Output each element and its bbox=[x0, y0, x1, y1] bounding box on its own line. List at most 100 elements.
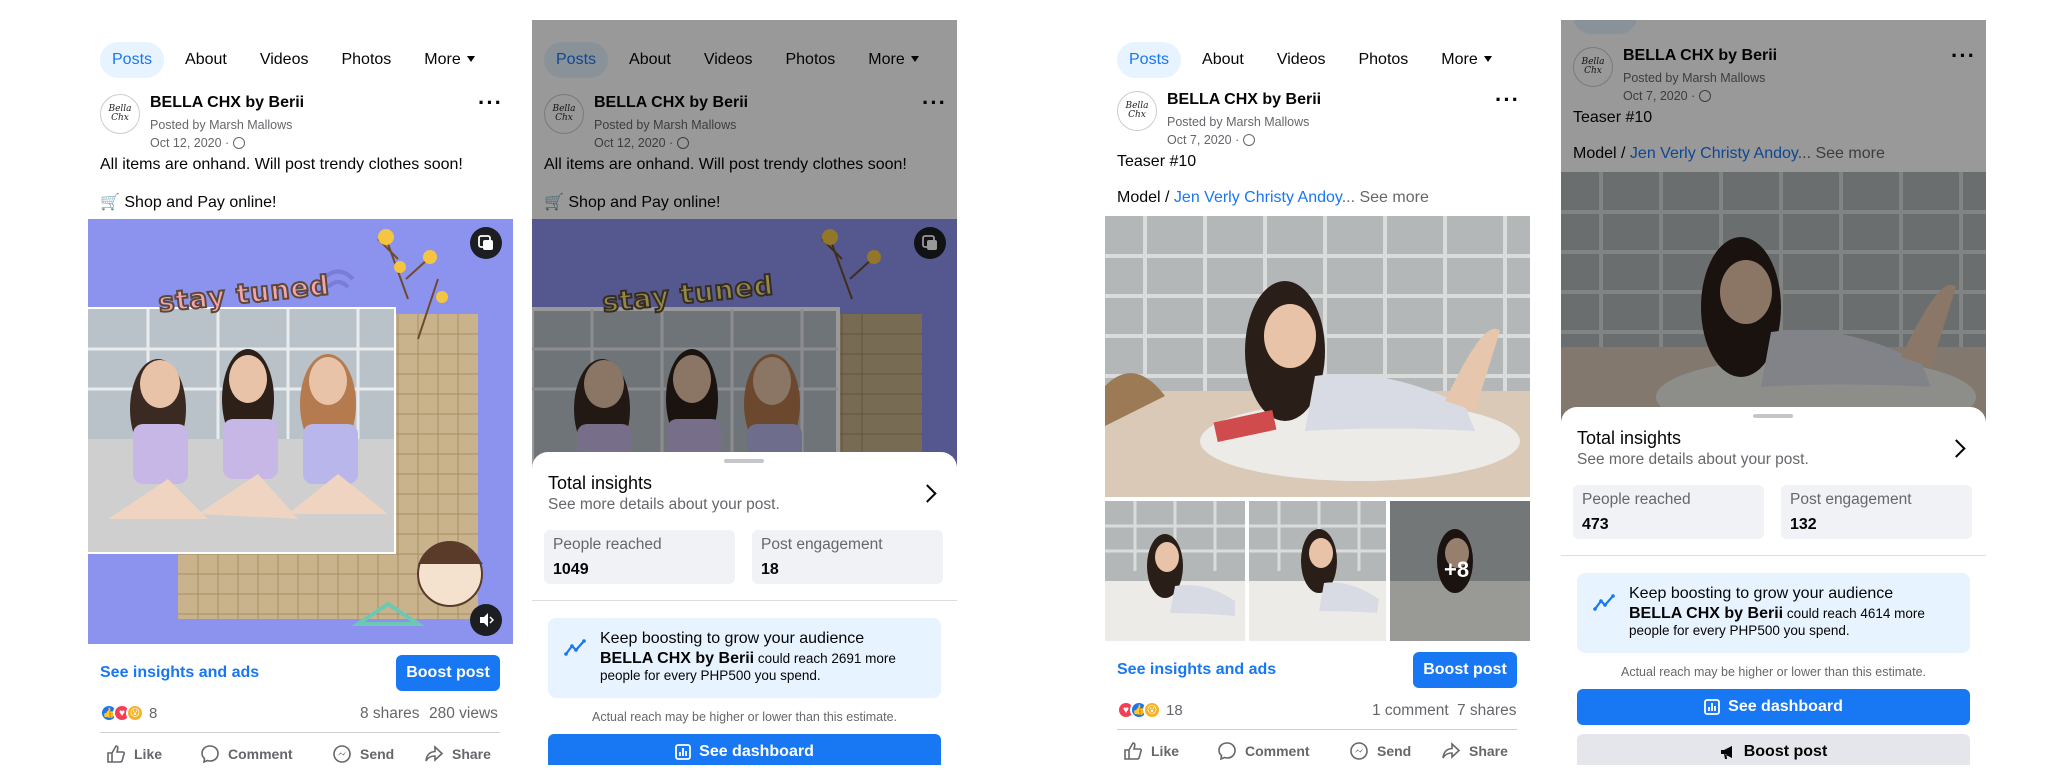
tab-posts[interactable]: Posts bbox=[100, 42, 165, 78]
comment-label: Comment bbox=[228, 746, 293, 762]
sheet-subtitle: See more details about your post. bbox=[548, 496, 780, 513]
post-date[interactable]: Oct 7, 2020 · bbox=[1167, 133, 1256, 147]
post-engagement-value: 18 bbox=[761, 561, 779, 578]
people-reached-card: People reached 473 bbox=[1573, 485, 1764, 539]
like-button[interactable]: Like bbox=[1123, 741, 1179, 761]
see-insights-link[interactable]: See insights and ads bbox=[1117, 661, 1276, 679]
post-thumb-1[interactable] bbox=[1105, 501, 1245, 641]
see-more-link[interactable]: ... See more bbox=[1342, 189, 1429, 206]
tab-more[interactable]: More bbox=[1429, 42, 1503, 78]
people-reached-label: People reached bbox=[553, 536, 662, 553]
more-options-icon[interactable]: ··· bbox=[1495, 89, 1520, 111]
caret-down-icon bbox=[466, 56, 475, 62]
boost-post-button[interactable]: Boost post bbox=[396, 655, 500, 691]
boost-tip-body: BELLA CHX by Berii could reach 2691 more… bbox=[600, 650, 930, 684]
insights-sheet: Total insights See more details about yo… bbox=[532, 452, 957, 765]
tab-about[interactable]: About bbox=[1190, 42, 1256, 78]
share-label: Share bbox=[1469, 743, 1508, 759]
tab-photos[interactable]: Photos bbox=[329, 42, 403, 78]
see-dashboard-button[interactable]: See dashboard bbox=[548, 734, 941, 765]
sheet-handle[interactable] bbox=[1753, 414, 1793, 418]
post-date-text: Oct 12, 2020 · bbox=[150, 136, 230, 150]
sheet-boost-post-button[interactable]: Boost post bbox=[1577, 734, 1970, 765]
avatar[interactable]: Bella Chx bbox=[1117, 91, 1157, 131]
tab-videos[interactable]: Videos bbox=[248, 42, 321, 78]
tab-posts[interactable]: Posts bbox=[1117, 42, 1182, 78]
share-button[interactable]: Share bbox=[424, 744, 491, 764]
sheet-title[interactable]: Total insights bbox=[548, 473, 652, 494]
people-reached-value: 473 bbox=[1582, 516, 1609, 533]
views-count[interactable]: 280 views bbox=[429, 705, 498, 723]
post-text: All items are onhand. Will post trendy c… bbox=[100, 156, 463, 173]
post-engagement-label: Post engagement bbox=[1790, 491, 1912, 508]
like-label: Like bbox=[134, 746, 163, 762]
insights-sheet: Total insights See more details about yo… bbox=[1561, 407, 1986, 765]
post-text-2: 🛒 Shop and Pay online! bbox=[100, 194, 277, 211]
post-date[interactable]: Oct 12, 2020 · bbox=[150, 136, 246, 150]
tab-more[interactable]: More bbox=[412, 42, 486, 78]
estimate-note: Actual reach may be higher or lower than… bbox=[591, 710, 897, 724]
post-caption: Model / Jen Verly Christy Andoy... See m… bbox=[1117, 189, 1429, 207]
avatar[interactable]: Bella Chx bbox=[100, 94, 140, 134]
post-panel-3: Posts About Videos Photos More Bella Chx… bbox=[1105, 20, 1530, 765]
boost-post-button[interactable]: Boost post bbox=[1413, 652, 1517, 688]
shares-count[interactable]: 8 shares bbox=[360, 705, 419, 723]
shares-count[interactable]: 7 shares bbox=[1457, 702, 1516, 720]
people-reached-value: 1049 bbox=[553, 561, 589, 578]
more-options-icon[interactable]: ··· bbox=[478, 92, 503, 114]
chevron-right-icon[interactable] bbox=[918, 484, 937, 503]
posted-by: Posted by Marsh Mallows bbox=[1167, 115, 1310, 129]
page-name[interactable]: BELLA CHX by Berii bbox=[150, 94, 304, 112]
comment-icon bbox=[201, 745, 219, 764]
dashboard-icon bbox=[1704, 699, 1721, 715]
comment-label: Comment bbox=[1245, 743, 1310, 759]
boost-tip-title: Keep boosting to grow your audience bbox=[600, 630, 865, 647]
see-insights-link[interactable]: See insights and ads bbox=[100, 664, 259, 682]
see-dashboard-button[interactable]: See dashboard bbox=[1577, 689, 1970, 725]
reaction-summary[interactable]: 👍 ♥ 😮 8 bbox=[100, 704, 157, 722]
share-button[interactable]: Share bbox=[1441, 741, 1508, 761]
sheet-boost-post-label: Boost post bbox=[1743, 743, 1828, 760]
boost-tip-title: Keep boosting to grow your audience bbox=[1629, 585, 1894, 602]
trend-icon bbox=[564, 639, 586, 656]
tab-photos[interactable]: Photos bbox=[1346, 42, 1420, 78]
post-panel-2: Posts About Videos Photos More Bella Chx… bbox=[532, 20, 957, 765]
tab-about[interactable]: About bbox=[173, 42, 239, 78]
send-button[interactable]: Send bbox=[332, 744, 394, 764]
post-engagement-card: Post engagement 18 bbox=[752, 530, 943, 584]
like-button[interactable]: Like bbox=[106, 744, 162, 764]
like-label: Like bbox=[1151, 743, 1180, 759]
sheet-handle[interactable] bbox=[724, 459, 764, 463]
send-label: Send bbox=[360, 746, 395, 762]
thumb-photo-2 bbox=[1249, 501, 1386, 641]
chevron-right-icon[interactable] bbox=[1947, 439, 1966, 458]
post-engagement-label: Post engagement bbox=[761, 536, 883, 553]
multi-photo-icon bbox=[470, 227, 502, 259]
post-engagement-card: Post engagement 132 bbox=[1781, 485, 1972, 539]
caret-down-icon bbox=[1483, 56, 1492, 62]
post-panel-1: Posts About Videos Photos More Bella Chx… bbox=[88, 20, 513, 765]
tab-videos[interactable]: Videos bbox=[1265, 42, 1338, 78]
post-engagement-value: 132 bbox=[1790, 516, 1817, 533]
comment-button[interactable]: Comment bbox=[1217, 741, 1310, 761]
reaction-summary[interactable]: ♥ 👍 😮 18 bbox=[1117, 701, 1183, 719]
people-reached-card: People reached 1049 bbox=[544, 530, 735, 584]
page-name[interactable]: BELLA CHX by Berii bbox=[1167, 91, 1321, 109]
post-image[interactable]: stay tuned bbox=[88, 219, 513, 644]
comments-count[interactable]: 1 comment bbox=[1372, 702, 1449, 720]
post-main-photo[interactable] bbox=[1105, 216, 1530, 497]
sheet-subtitle: See more details about your post. bbox=[1577, 451, 1809, 468]
wow-reaction-icon: 😮 bbox=[1143, 701, 1161, 719]
comment-button[interactable]: Comment bbox=[200, 744, 293, 764]
post-thumb-2[interactable] bbox=[1249, 501, 1386, 641]
messenger-icon bbox=[1350, 742, 1368, 760]
reaction-count: 8 bbox=[149, 704, 158, 722]
post-thumb-3[interactable]: +8 bbox=[1390, 501, 1530, 641]
model-tag-link[interactable]: Jen Verly Christy Andoy bbox=[1174, 189, 1342, 206]
send-label: Send bbox=[1377, 743, 1412, 759]
send-button[interactable]: Send bbox=[1349, 741, 1411, 761]
share-icon bbox=[425, 745, 444, 762]
sheet-title[interactable]: Total insights bbox=[1577, 428, 1681, 449]
mute-icon[interactable] bbox=[470, 604, 502, 636]
trend-icon bbox=[1593, 594, 1615, 611]
